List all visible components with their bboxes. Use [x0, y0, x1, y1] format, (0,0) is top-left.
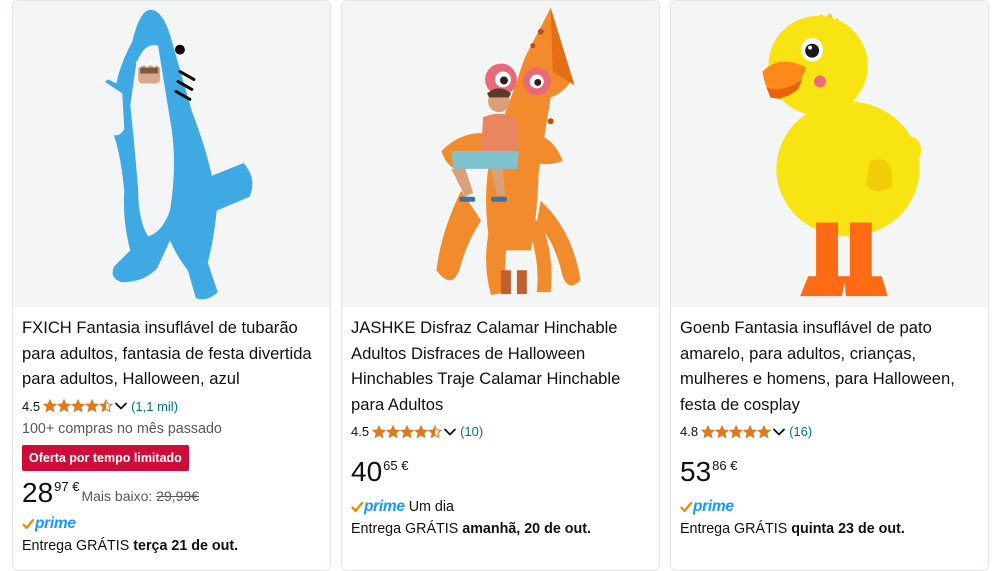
- prime-label: prime: [693, 497, 734, 515]
- price[interactable]: 40 65 €: [351, 456, 653, 490]
- price-whole: 28: [22, 477, 54, 509]
- chevron-down-icon[interactable]: [114, 399, 128, 413]
- shark-costume-image: [96, 9, 253, 300]
- star-icon: [99, 399, 114, 413]
- product-card[interactable]: JASHKE Disfraz Calamar Hinchable Adultos…: [341, 0, 660, 571]
- rating-row[interactable]: 4.5 (1,1 mil): [22, 396, 324, 416]
- prime-row: prime: [680, 497, 982, 517]
- rating-value: 4.8: [680, 424, 699, 440]
- star-icon: [57, 399, 72, 413]
- star-icon: [372, 424, 387, 439]
- delivery-info: Entrega GRÁTIS terça 21 de out.: [22, 538, 324, 554]
- delivery-prefix: Entrega GRÁTIS: [351, 520, 463, 537]
- star-rating[interactable]: [372, 424, 443, 439]
- lowest-price: Mais baixo: 29,99€: [81, 488, 199, 504]
- price-fraction: 65 €: [383, 457, 409, 473]
- star-icon: [428, 424, 443, 439]
- product-title-link[interactable]: FXICH Fantasia insuflável de tubarão par…: [22, 315, 324, 392]
- product-image[interactable]: [671, 1, 988, 307]
- prime-check-icon: [22, 519, 34, 530]
- star-icon: [414, 424, 429, 439]
- product-image[interactable]: [342, 1, 659, 307]
- squid-costume-image: [436, 7, 581, 296]
- rating-value: 4.5: [22, 398, 41, 414]
- prime-logo: prime: [22, 515, 76, 533]
- product-title-link[interactable]: JASHKE Disfraz Calamar Hinchable Adultos…: [351, 315, 653, 418]
- rating-value: 4.5: [351, 424, 370, 440]
- rating-row[interactable]: 4.5 (10): [351, 422, 653, 442]
- star-icon: [43, 399, 58, 413]
- prime-row: prime: [22, 514, 324, 534]
- bought-past-month: 100+ compras no mês passado: [22, 421, 222, 438]
- star-icon: [701, 424, 716, 439]
- delivery-info: Entrega GRÁTIS amanhã, 20 de out.: [351, 521, 653, 537]
- star-rating[interactable]: [701, 424, 772, 439]
- rating-count-link[interactable]: (1,1 mil): [131, 399, 178, 414]
- star-icon: [386, 424, 401, 439]
- prime-row: prime Um dia: [351, 497, 653, 517]
- star-icon: [743, 424, 758, 439]
- rating-row[interactable]: 4.8 (16): [680, 422, 982, 442]
- delivery-date: amanhã, 20 de out.: [462, 520, 591, 537]
- lowest-price-value: 29,99€: [156, 488, 199, 505]
- star-icon: [85, 399, 100, 413]
- prime-one-day: Um dia: [408, 498, 455, 515]
- star-icon: [71, 399, 86, 413]
- prime-check-icon: [680, 501, 692, 512]
- product-grid: FXICH Fantasia insuflável de tubarão par…: [0, 0, 1000, 571]
- chevron-down-icon[interactable]: [772, 425, 786, 439]
- delivery-prefix: Entrega GRÁTIS: [680, 520, 792, 537]
- delivery-date: terça 21 de out.: [133, 538, 239, 555]
- rating-count-link[interactable]: (16): [789, 424, 812, 439]
- limited-time-deal-badge: Oferta por tempo limitado: [22, 445, 189, 472]
- product-title-link[interactable]: Goenb Fantasia insuflável de pato amarel…: [680, 315, 982, 418]
- lowest-price-label: Mais baixo:: [81, 488, 157, 505]
- star-icon: [729, 424, 744, 439]
- chevron-down-icon[interactable]: [443, 425, 457, 439]
- prime-logo: prime: [351, 498, 405, 516]
- prime-label: prime: [364, 497, 405, 515]
- prime-logo: prime: [680, 498, 734, 516]
- delivery-date: quinta 23 de out.: [791, 520, 905, 537]
- rating-count-link[interactable]: (10): [460, 424, 483, 439]
- star-icon: [757, 424, 772, 439]
- price-fraction: 97 €: [54, 479, 80, 495]
- prime-check-icon: [351, 501, 363, 512]
- product-image[interactable]: [13, 1, 330, 307]
- duck-costume-image: [762, 13, 922, 297]
- price[interactable]: 28 97 € Mais baixo: 29,99€: [22, 477, 324, 511]
- star-icon: [400, 424, 415, 439]
- product-card[interactable]: FXICH Fantasia insuflável de tubarão par…: [12, 0, 331, 571]
- product-card[interactable]: Goenb Fantasia insuflável de pato amarel…: [670, 0, 989, 571]
- delivery-info: Entrega GRÁTIS quinta 23 de out.: [680, 521, 982, 537]
- price-whole: 40: [351, 455, 383, 487]
- prime-label: prime: [35, 515, 76, 533]
- star-rating[interactable]: [43, 399, 114, 413]
- price-fraction: 86 €: [712, 457, 738, 473]
- star-icon: [715, 424, 730, 439]
- price[interactable]: 53 86 €: [680, 456, 982, 490]
- price-whole: 53: [680, 455, 712, 487]
- delivery-prefix: Entrega GRÁTIS: [22, 538, 134, 555]
